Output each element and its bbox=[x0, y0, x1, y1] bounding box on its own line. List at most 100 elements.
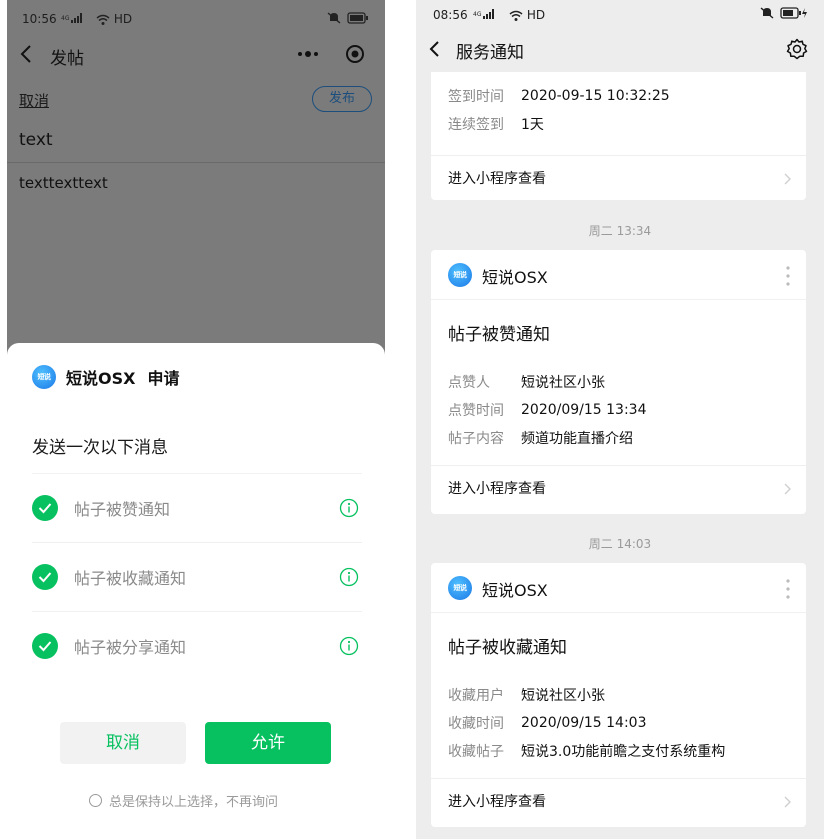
permission-list: 帖子被赞通知 帖子被收藏通知 帖子被分享通知 bbox=[32, 473, 362, 680]
more-vertical-icon[interactable] bbox=[786, 579, 790, 599]
card-row: 连续签到 1天 bbox=[431, 110, 806, 138]
permission-item[interactable]: 帖子被分享通知 bbox=[32, 611, 362, 680]
card-header: 短说 短说OSX bbox=[431, 563, 806, 613]
row-key: 连续签到 bbox=[448, 117, 504, 133]
apply-label: 申请 bbox=[147, 369, 180, 388]
open-miniprogram-label: 进入小程序查看 bbox=[448, 481, 546, 497]
sheet-header: 短说 短说OSX 申请 bbox=[32, 365, 179, 389]
post-body-input[interactable]: texttexttext bbox=[19, 174, 108, 192]
row-key: 收藏用户 bbox=[448, 688, 504, 704]
divider bbox=[7, 162, 385, 163]
card-row: 签到时间 2020-09-15 10:32:25 bbox=[431, 82, 806, 110]
info-icon[interactable] bbox=[339, 498, 359, 518]
publish-button[interactable]: 发布 bbox=[312, 86, 372, 112]
hd-label: HD bbox=[526, 8, 546, 22]
page-title: 发帖 bbox=[50, 49, 84, 69]
card-row: 收藏帖子 短说3.0功能前瞻之支付系统重构 bbox=[431, 737, 806, 765]
post-title-input[interactable]: text bbox=[19, 130, 53, 150]
wifi-hd-indicator: HD bbox=[96, 12, 132, 26]
page-title: 服务通知 bbox=[456, 43, 524, 63]
battery-charging-icon bbox=[780, 7, 808, 19]
row-key: 收藏时间 bbox=[448, 716, 504, 732]
app-name: 短说OSX bbox=[482, 581, 548, 600]
chevron-right-icon bbox=[784, 483, 792, 495]
row-key: 签到时间 bbox=[448, 89, 504, 105]
permission-item[interactable]: 帖子被收藏通知 bbox=[32, 542, 362, 611]
back-arrow-icon[interactable] bbox=[428, 40, 440, 58]
cancel-link[interactable]: 取消 bbox=[19, 90, 49, 111]
permission-item[interactable]: 帖子被赞通知 bbox=[32, 473, 362, 542]
row-value: 2020/09/15 13:34 bbox=[521, 402, 647, 418]
gear-icon[interactable] bbox=[786, 38, 808, 60]
radio-icon[interactable] bbox=[89, 794, 102, 807]
mute-icon bbox=[760, 7, 774, 19]
open-miniprogram-link[interactable]: 进入小程序查看 bbox=[431, 155, 806, 201]
deny-button[interactable]: 取消 bbox=[60, 722, 186, 764]
card-row: 收藏用户 短说社区小张 bbox=[431, 681, 806, 709]
message-timestamp: 周二 13:34 bbox=[588, 224, 652, 238]
message-timestamp: 周二 14:03 bbox=[588, 537, 652, 551]
card-row: 点赞人 短说社区小张 bbox=[431, 368, 806, 396]
card-row: 收藏时间 2020/09/15 14:03 bbox=[431, 709, 806, 737]
permission-label: 帖子被分享通知 bbox=[74, 638, 187, 657]
notification-card: 短说 短说OSX 帖子被收藏通知 收藏用户 短说社区小张 收藏时间 2020/0… bbox=[431, 563, 806, 827]
app-logo-icon: 短说 bbox=[448, 263, 472, 287]
back-arrow-icon[interactable] bbox=[19, 44, 33, 64]
row-value: 频道功能直播介绍 bbox=[521, 431, 633, 447]
card-title: 帖子被赞通知 bbox=[448, 325, 550, 345]
checkmark-icon[interactable] bbox=[32, 495, 58, 521]
signal-icon: 4G bbox=[61, 12, 91, 24]
signal-icon: 4G bbox=[473, 8, 503, 20]
battery-icon bbox=[347, 12, 369, 24]
card-row: 点赞时间 2020/09/15 13:34 bbox=[431, 396, 806, 424]
checkmark-icon[interactable] bbox=[32, 564, 58, 590]
sheet-subtitle: 发送一次以下消息 bbox=[32, 438, 168, 458]
app-logo-icon: 短说 bbox=[448, 576, 472, 600]
row-key: 点赞时间 bbox=[448, 403, 504, 419]
left-phone-screen: 10:56 4G HD 发帖 取消 发布 text texttexttext 短… bbox=[7, 0, 385, 839]
chevron-right-icon bbox=[784, 173, 792, 185]
sheet-button-row: 取消 允许 bbox=[60, 722, 332, 764]
checkmark-icon[interactable] bbox=[32, 633, 58, 659]
open-miniprogram-label: 进入小程序查看 bbox=[448, 794, 546, 810]
close-target-icon[interactable] bbox=[345, 44, 365, 64]
open-miniprogram-link[interactable]: 进入小程序查看 bbox=[431, 778, 806, 824]
info-icon[interactable] bbox=[339, 567, 359, 587]
row-value: 1天 bbox=[521, 117, 544, 133]
chevron-right-icon bbox=[784, 796, 792, 808]
row-key: 帖子内容 bbox=[448, 431, 504, 447]
editor-toolbar: 取消 发布 bbox=[7, 84, 385, 116]
row-value: 短说社区小张 bbox=[521, 688, 605, 704]
nav-bar: 发帖 bbox=[7, 38, 385, 72]
card-header: 短说 短说OSX bbox=[431, 250, 806, 300]
open-miniprogram-label: 进入小程序查看 bbox=[448, 171, 546, 187]
allow-button[interactable]: 允许 bbox=[205, 722, 331, 764]
row-value: 短说社区小张 bbox=[521, 375, 605, 391]
row-key: 收藏帖子 bbox=[448, 744, 504, 760]
status-bar: 08:56 4G HD bbox=[416, 0, 824, 28]
info-icon[interactable] bbox=[339, 636, 359, 656]
subscribe-permission-sheet: 短说 短说OSX 申请 发送一次以下消息 帖子被赞通知 帖子被收藏通知 帖子被分… bbox=[7, 343, 385, 839]
status-bar: 10:56 4G HD bbox=[7, 0, 385, 38]
svg-text:4G: 4G bbox=[473, 11, 482, 18]
miniprogram-capsule bbox=[287, 38, 373, 70]
row-value: 短说3.0功能前瞻之支付系统重构 bbox=[521, 744, 726, 760]
row-key: 点赞人 bbox=[448, 375, 490, 391]
open-miniprogram-link[interactable]: 进入小程序查看 bbox=[431, 465, 806, 511]
status-time: 08:56 bbox=[433, 8, 468, 22]
svg-text:4G: 4G bbox=[61, 15, 70, 22]
nav-bar: 服务通知 bbox=[416, 28, 824, 72]
row-value: 2020-09-15 10:32:25 bbox=[521, 88, 670, 104]
status-time: 10:56 bbox=[22, 12, 57, 26]
more-vertical-icon[interactable] bbox=[786, 266, 790, 286]
right-phone-screen: 08:56 4G HD 服务通知 签到时间 2020-09-15 10:32:2… bbox=[416, 0, 824, 839]
permission-label: 帖子被赞通知 bbox=[74, 500, 171, 519]
card-title: 帖子被收藏通知 bbox=[448, 638, 567, 658]
permission-label: 帖子被收藏通知 bbox=[74, 569, 187, 588]
app-logo-icon: 短说 bbox=[32, 365, 56, 389]
card-row: 帖子内容 频道功能直播介绍 bbox=[431, 424, 806, 452]
mute-icon bbox=[327, 12, 341, 24]
more-dots-icon[interactable] bbox=[297, 46, 319, 62]
remember-choice-option[interactable]: 总是保持以上选择，不再询问 bbox=[89, 791, 278, 810]
notification-card: 签到时间 2020-09-15 10:32:25 连续签到 1天 进入小程序查看 bbox=[431, 72, 806, 200]
